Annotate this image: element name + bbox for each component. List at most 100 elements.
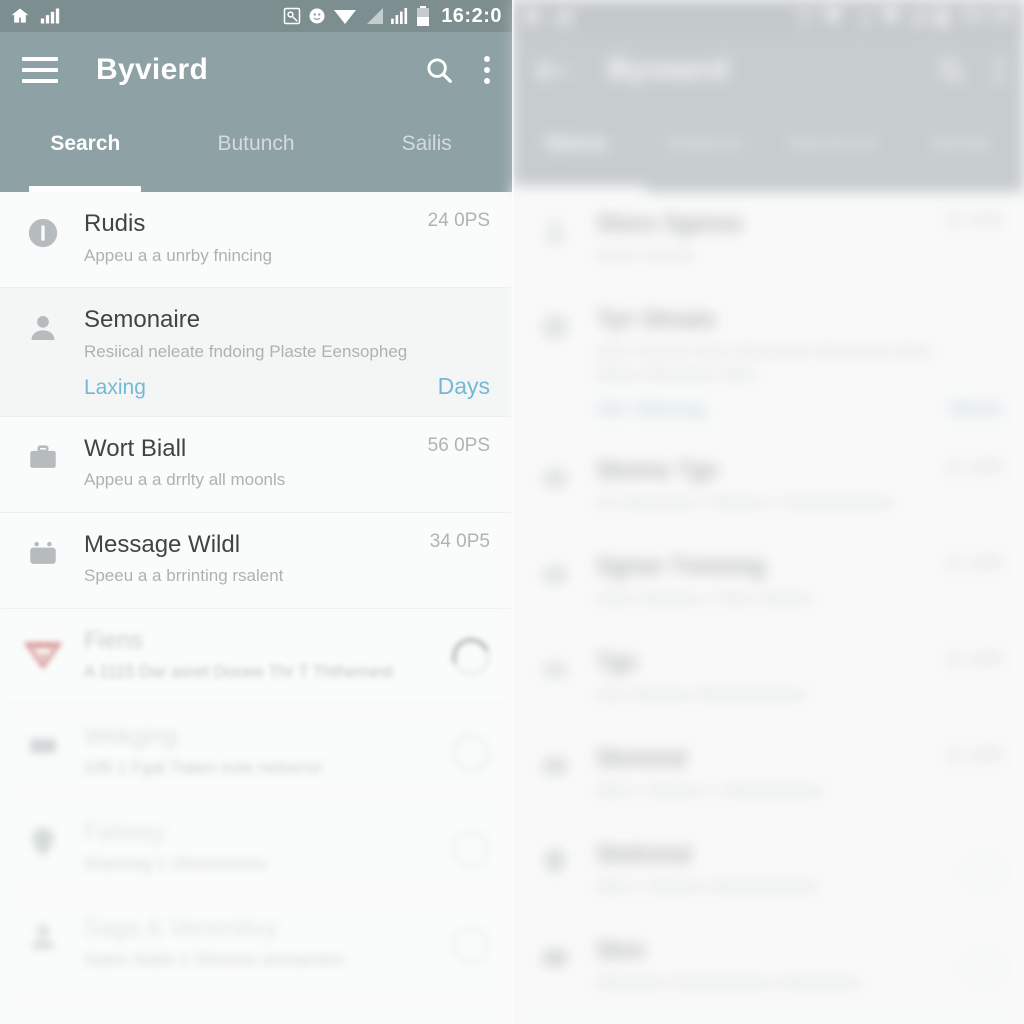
list-item-subtitle: Stnnn Snnee bbox=[596, 245, 695, 265]
list-item[interactable]: Wekging 100 1 Fgat Tiaten exte netsensl bbox=[0, 704, 512, 801]
list-item[interactable]: Rudis Appeu a a unrby fnincing 24 0PS bbox=[0, 192, 512, 288]
status-bar-clock: 16:2:0 bbox=[441, 4, 502, 27]
list-item-meta: 21 100 bbox=[943, 553, 1002, 575]
list-item-link[interactable]: Laxing bbox=[84, 376, 426, 400]
list-item[interactable]: Saga & Venonilivy Saten Stalls 1 Olonnes… bbox=[0, 896, 512, 993]
list-item-title: Stnnnnd bbox=[596, 745, 686, 773]
list-item-body: Tyn Stnoes Stnn Stnnee Stnn Stnnenstn St… bbox=[576, 306, 936, 422]
result-list: Stsns Sgonss Stnnn Snnee 11 100 Tyn Stno… bbox=[512, 192, 1024, 1024]
list-item[interactable]: Tgn S11 Stnnnns Stnnnnnnnnnn 11 100 bbox=[512, 631, 1024, 728]
list-item-meta-area: Stnnt bbox=[936, 306, 1002, 422]
home-icon bbox=[522, 6, 542, 26]
kebab-menu-icon[interactable] bbox=[996, 56, 1002, 84]
tab-bar: Stmne Snannnt Stnmnnnt Stnnte bbox=[512, 108, 1024, 192]
tab-2[interactable]: Stnmnnnt bbox=[768, 130, 896, 192]
card-icon bbox=[534, 649, 576, 710]
list-item-meta: 21 100 bbox=[943, 457, 1002, 479]
list-item-meta: 11 100 bbox=[945, 745, 1002, 767]
info-circle-icon bbox=[534, 306, 576, 422]
signal-triangle-icon bbox=[852, 7, 872, 25]
list-item[interactable]: Semonaire Resiical neleate fndoing Plast… bbox=[0, 288, 512, 417]
list-item-subtitle: Stnn 1 Stnnnn Stnnnnnnnnnn bbox=[596, 877, 820, 897]
list-item[interactable]: Faliway Shanneg 1 Olnmsnones bbox=[0, 800, 512, 897]
tab-butunch[interactable]: Butunch bbox=[171, 130, 342, 192]
hamburger-menu-icon[interactable] bbox=[22, 57, 58, 83]
list-item-subtitle: Stnn Stnnee Stnn Stnnenstn Stnsnnnet Stn… bbox=[596, 341, 932, 384]
search-icon[interactable] bbox=[424, 55, 454, 85]
tab-0[interactable]: Stmne bbox=[512, 130, 646, 192]
info-circle-icon bbox=[22, 210, 64, 271]
wifi-icon bbox=[333, 7, 357, 25]
card-icon bbox=[534, 937, 576, 998]
tab-label: Snannnt bbox=[664, 132, 744, 155]
list-item-title: Semonaire bbox=[84, 306, 201, 333]
list-item-meta-area: 34 0P5 bbox=[418, 531, 490, 592]
kebab-menu-icon[interactable] bbox=[484, 56, 490, 84]
tab-label: Stnnte bbox=[929, 132, 991, 155]
list-item-body: Wort Biall Appeu a a drrlty all moonls bbox=[64, 435, 416, 496]
list-item-meta: 11 100 bbox=[945, 649, 1002, 671]
battery-icon bbox=[935, 6, 949, 26]
list-item-body: Sgnsn Tnnnnng S111 Stnnnns 1 Stnn Stnnns bbox=[576, 553, 932, 614]
progress-ring-icon bbox=[964, 948, 1002, 987]
progress-ring-icon bbox=[964, 852, 1002, 891]
signal-bars-icon bbox=[910, 8, 928, 24]
tab-3[interactable]: Stnnte bbox=[896, 130, 1024, 192]
list-item-meta-area: 21 100 bbox=[932, 457, 1002, 518]
tab-1[interactable]: Snannnt bbox=[640, 130, 768, 192]
tab-label: Sailis bbox=[401, 132, 452, 155]
tab-label: Butunch bbox=[217, 132, 295, 155]
list-item[interactable]: Message Wildl Speeu a a brrinting rsalen… bbox=[0, 512, 512, 609]
list-item-meta-area bbox=[952, 841, 1002, 902]
battery-icon bbox=[416, 6, 430, 26]
list-item-meta[interactable]: Stnnt bbox=[948, 395, 1002, 422]
list-item[interactable]: Stgnnnnts Stnnnnn Stnnnnnnnn Stnnnnnn bbox=[512, 1015, 1024, 1024]
list-item[interactable]: Stnnnnd Stnn 1 Stnnnn 1 Stnnnnnnnnn 11 1… bbox=[512, 727, 1024, 824]
status-bar-right-icons: 16:2:0 bbox=[283, 5, 502, 28]
list-item[interactable]: Stnlnnnd Stnn 1 Stnnnn Stnnnnnnnnnn bbox=[512, 823, 1024, 920]
list-item-body: Stnn Stnnnnnn Stnnnnnnnnn Stnnnnnnn bbox=[576, 937, 952, 998]
list-item-meta: 34 0P5 bbox=[429, 530, 490, 552]
list-item-subtitle: Saten Stalls 1 Olonnes anesaneks bbox=[84, 950, 344, 970]
app-bar-top-row: Byvierd bbox=[0, 32, 512, 108]
list-item-title: Stsns Sgonss bbox=[596, 210, 743, 237]
list-item-title: Message Wildl bbox=[84, 530, 241, 558]
list-item-body: Stnnns Tgn S1 Stnnsene 1 Stnnnn 1 Stnsnn… bbox=[576, 457, 932, 518]
list-item[interactable]: Stnn Stnnnnnn Stnnnnnnnnn Stnnnnnnn bbox=[512, 919, 1024, 1016]
tab-label: Stnmnnnt bbox=[787, 132, 877, 155]
clock-icon bbox=[796, 7, 814, 25]
tab-search[interactable]: Search bbox=[0, 130, 171, 192]
list-item-subtitle: S1 Stnnsene 1 Stnnnn 1 Stnsnnnnnnnn bbox=[596, 493, 895, 513]
list-item-body: Semonaire Resiical neleate fndoing Plast… bbox=[64, 306, 426, 400]
list-item-meta-area: 21 100 bbox=[932, 553, 1002, 614]
list-item-meta-area bbox=[952, 937, 1002, 998]
list-item-subtitle: Stnn 1 Stnnnn 1 Stnnnnnnnnn bbox=[596, 781, 824, 801]
back-arrow-icon[interactable] bbox=[534, 57, 570, 83]
signal-triangle-icon bbox=[364, 7, 384, 25]
signal-bars-icon bbox=[40, 7, 60, 25]
list-item-meta[interactable]: Days bbox=[438, 373, 490, 400]
app-bar-actions bbox=[936, 55, 1002, 85]
list-item[interactable]: Fiens A 1115 Dar asret Dooee Thr T Ththe… bbox=[0, 608, 512, 705]
list-item-body: Tgn S11 Stnnnns Stnnnnnnnnnn bbox=[576, 649, 933, 710]
tab-bar: Search Butunch Sailis bbox=[0, 108, 512, 192]
list-item[interactable]: Stsns Sgonss Stnnn Snnee 11 100 bbox=[512, 192, 1024, 288]
list-item[interactable]: Stnnns Tgn S1 Stnnsene 1 Stnnnn 1 Stnsnn… bbox=[512, 439, 1024, 536]
list-item-title: Rudis bbox=[84, 210, 146, 237]
list-item[interactable]: Sgnsn Tnnnnng S111 Stnnnns 1 Stnn Stnnns… bbox=[512, 535, 1024, 632]
list-item-link[interactable]: Stn Sttnnng bbox=[596, 398, 936, 422]
home-icon bbox=[10, 6, 30, 26]
page-title: Byveerd bbox=[608, 53, 729, 86]
screenshot-icon bbox=[283, 7, 301, 25]
list-item-meta-area bbox=[440, 627, 497, 688]
list-item[interactable]: Tyn Stnoes Stnn Stnnee Stnn Stnnenstn St… bbox=[512, 288, 1024, 440]
search-icon[interactable] bbox=[936, 55, 966, 85]
app-bar: Byvierd Search Butunch Sailis bbox=[0, 32, 512, 192]
wifi-icon bbox=[821, 7, 845, 25]
tab-sailis[interactable]: Sailis bbox=[341, 130, 512, 192]
list-item-meta-area: 56 0PS bbox=[416, 435, 490, 496]
list-item-body: Stsns Sgonss Stnnn Snnee bbox=[576, 210, 933, 271]
list-item[interactable]: Wort Biall Appeu a a drrlty all moonls 5… bbox=[0, 416, 512, 513]
list-item-meta-area bbox=[440, 723, 490, 784]
result-list: Rudis Appeu a a unrby fnincing 24 0PS Se… bbox=[0, 192, 512, 1024]
